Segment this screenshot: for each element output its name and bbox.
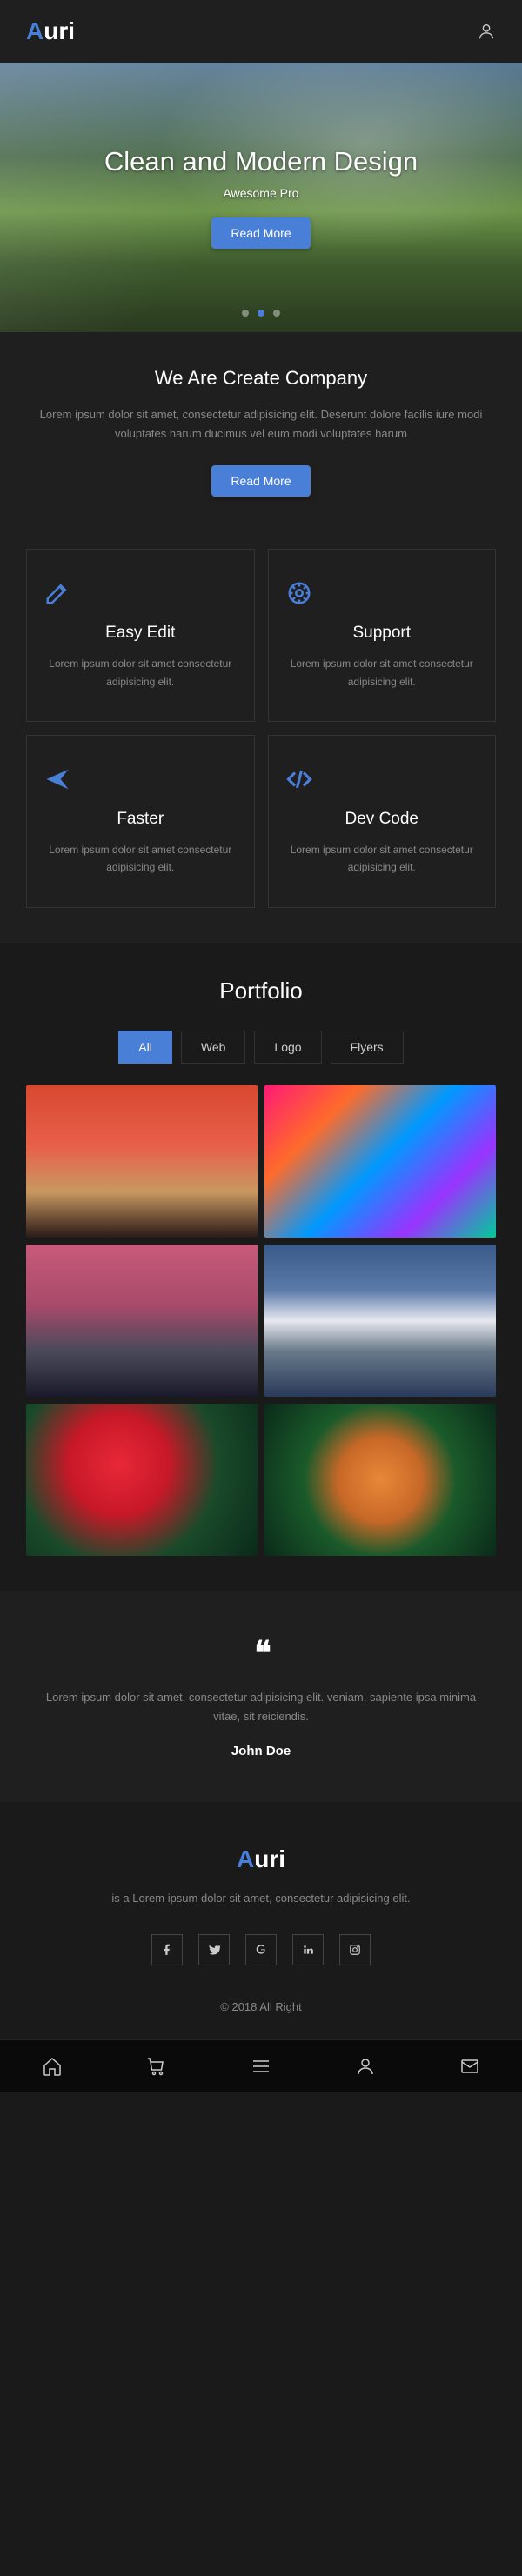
social-links bbox=[35, 1934, 487, 1965]
testimonial-text: Lorem ipsum dolor sit amet, consectetur … bbox=[35, 1688, 487, 1726]
about-read-more-button[interactable]: Read More bbox=[211, 465, 310, 497]
linkedin-icon[interactable] bbox=[292, 1934, 324, 1965]
logo-text: uri bbox=[44, 17, 75, 44]
gallery-item[interactable] bbox=[26, 1085, 258, 1238]
gallery-item[interactable] bbox=[264, 1245, 496, 1397]
carousel-dot[interactable] bbox=[242, 310, 249, 317]
carousel-dot-active[interactable] bbox=[258, 310, 264, 317]
about-section: We Are Create Company Lorem ipsum dolor … bbox=[0, 332, 522, 531]
copyright: © 2018 All Right bbox=[35, 2000, 487, 2013]
home-icon[interactable] bbox=[42, 2056, 63, 2077]
feature-dev-code: Dev Code Lorem ipsum dolor sit amet cons… bbox=[268, 735, 497, 908]
footer-text: is a Lorem ipsum dolor sit amet, consect… bbox=[35, 1889, 487, 1908]
footer-logo: Auri bbox=[35, 1845, 487, 1873]
feature-easy-edit: Easy Edit Lorem ipsum dolor sit amet con… bbox=[26, 549, 255, 722]
hero-section: Clean and Modern Design Awesome Pro Read… bbox=[0, 63, 522, 332]
features-grid: Easy Edit Lorem ipsum dolor sit amet con… bbox=[0, 531, 522, 943]
bottom-nav bbox=[0, 2039, 522, 2092]
quote-icon: ❝ bbox=[35, 1634, 487, 1671]
menu-icon[interactable] bbox=[251, 2056, 271, 2077]
hero-subtitle: Awesome Pro bbox=[104, 186, 418, 200]
gallery-item[interactable] bbox=[264, 1404, 496, 1556]
carousel-dots bbox=[242, 310, 280, 317]
gallery-item[interactable] bbox=[26, 1404, 258, 1556]
footer: Auri is a Lorem ipsum dolor sit amet, co… bbox=[0, 1802, 522, 2039]
user-icon[interactable] bbox=[477, 22, 496, 41]
support-icon bbox=[286, 580, 478, 606]
tab-flyers[interactable]: Flyers bbox=[331, 1031, 404, 1064]
edit-icon bbox=[44, 580, 237, 606]
portfolio-tabs: All Web Logo Flyers bbox=[26, 1031, 496, 1064]
hero-title: Clean and Modern Design bbox=[104, 146, 418, 177]
send-icon bbox=[44, 766, 237, 792]
feature-title: Dev Code bbox=[286, 810, 478, 829]
gallery-item[interactable] bbox=[264, 1085, 496, 1238]
tab-logo[interactable]: Logo bbox=[254, 1031, 321, 1064]
tab-web[interactable]: Web bbox=[181, 1031, 246, 1064]
logo[interactable]: Auri bbox=[26, 17, 75, 45]
instagram-icon[interactable] bbox=[339, 1934, 371, 1965]
cart-icon[interactable] bbox=[146, 2056, 167, 2077]
feature-text: Lorem ipsum dolor sit amet consectetur a… bbox=[286, 841, 478, 877]
mail-icon[interactable] bbox=[459, 2056, 480, 2077]
logo-accent: A bbox=[26, 17, 44, 44]
feature-text: Lorem ipsum dolor sit amet consectetur a… bbox=[44, 841, 237, 877]
portfolio-title: Portfolio bbox=[26, 978, 496, 1004]
twitter-icon[interactable] bbox=[198, 1934, 230, 1965]
feature-title: Support bbox=[286, 624, 478, 643]
profile-icon[interactable] bbox=[355, 2056, 376, 2077]
testimonial-section: ❝ Lorem ipsum dolor sit amet, consectetu… bbox=[0, 1591, 522, 1802]
feature-support: Support Lorem ipsum dolor sit amet conse… bbox=[268, 549, 497, 722]
tab-all[interactable]: All bbox=[118, 1031, 172, 1064]
hero-read-more-button[interactable]: Read More bbox=[211, 217, 310, 249]
testimonial-author: John Doe bbox=[35, 1744, 487, 1758]
about-text: Lorem ipsum dolor sit amet, consectetur … bbox=[26, 405, 496, 444]
carousel-dot[interactable] bbox=[273, 310, 280, 317]
google-icon[interactable] bbox=[245, 1934, 277, 1965]
about-title: We Are Create Company bbox=[26, 367, 496, 390]
feature-title: Faster bbox=[44, 810, 237, 829]
feature-title: Easy Edit bbox=[44, 624, 237, 643]
feature-text: Lorem ipsum dolor sit amet consectetur a… bbox=[44, 655, 237, 691]
facebook-icon[interactable] bbox=[151, 1934, 183, 1965]
portfolio-gallery bbox=[26, 1085, 496, 1556]
gallery-item[interactable] bbox=[26, 1245, 258, 1397]
feature-text: Lorem ipsum dolor sit amet consectetur a… bbox=[286, 655, 478, 691]
header: Auri bbox=[0, 0, 522, 63]
feature-faster: Faster Lorem ipsum dolor sit amet consec… bbox=[26, 735, 255, 908]
portfolio-section: Portfolio All Web Logo Flyers bbox=[0, 943, 522, 1591]
code-icon bbox=[286, 766, 478, 792]
